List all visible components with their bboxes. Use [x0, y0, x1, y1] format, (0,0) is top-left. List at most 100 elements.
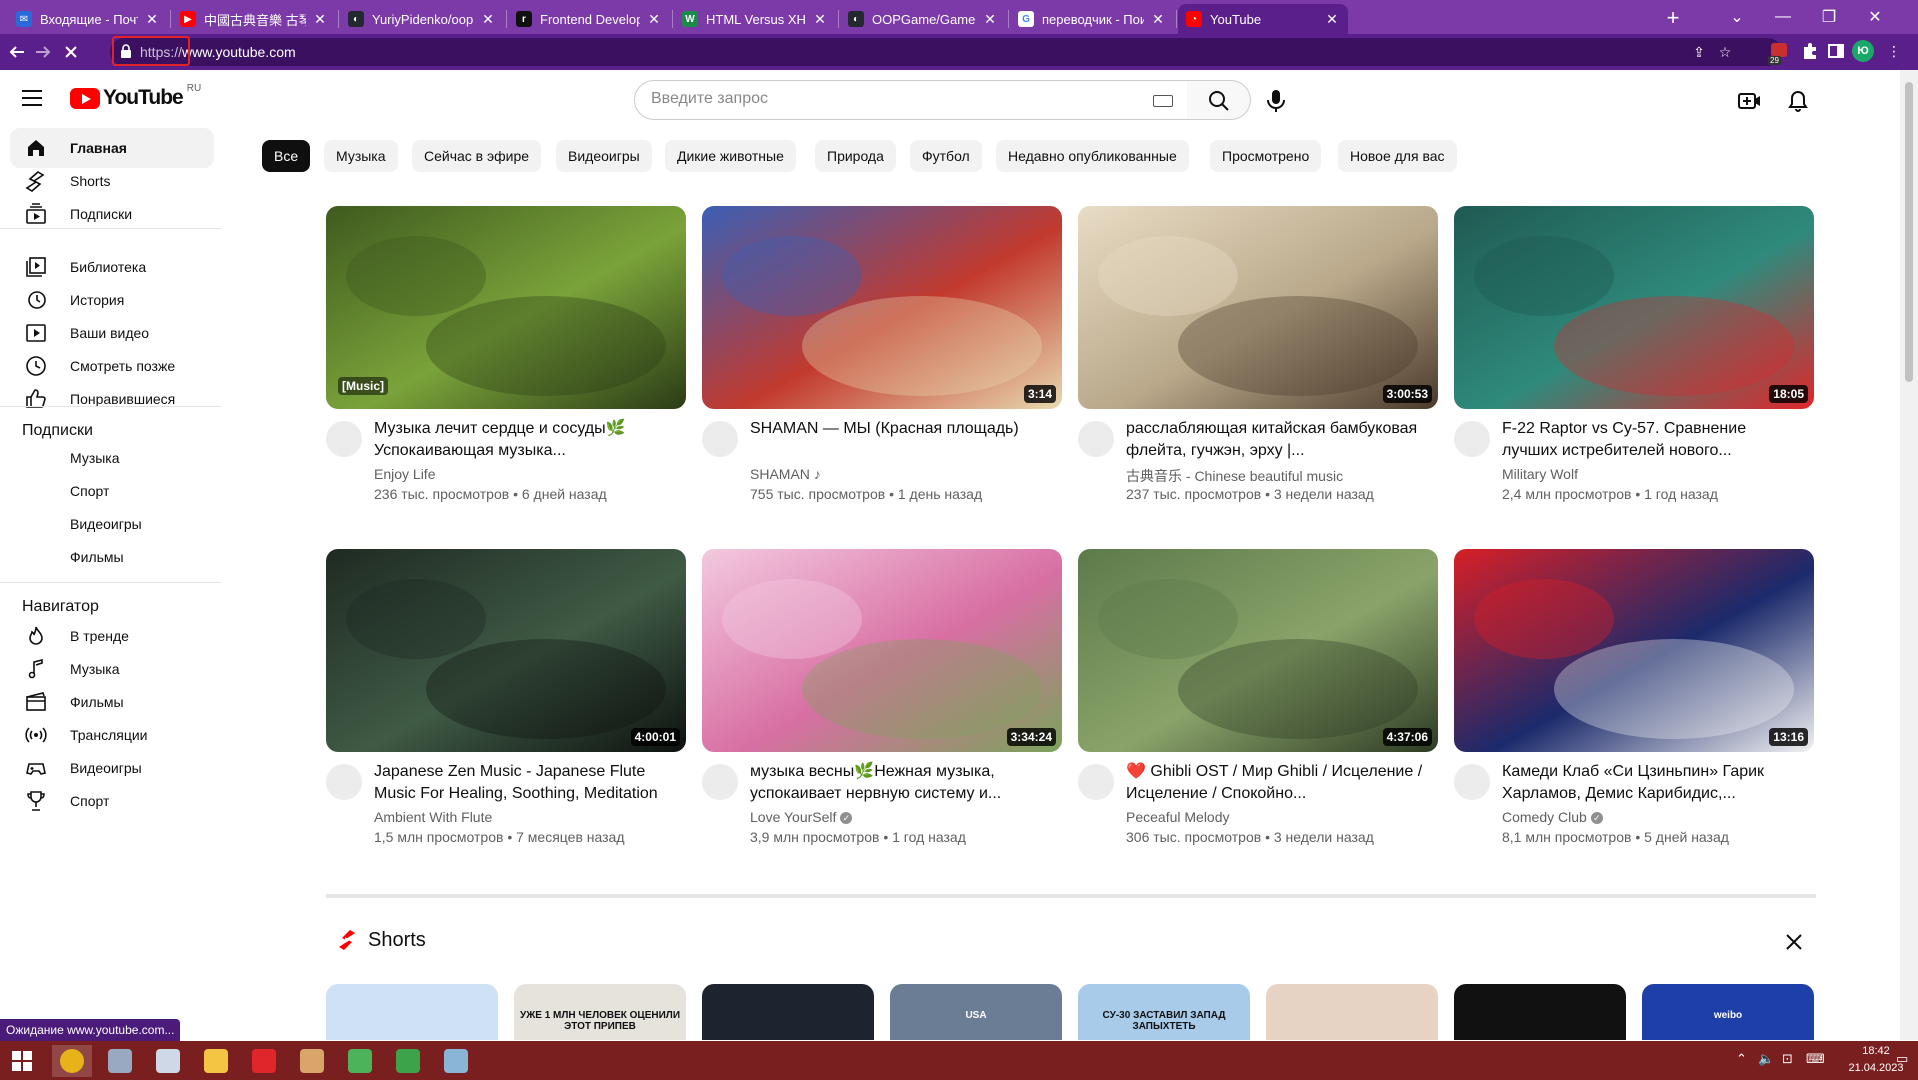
channel-name[interactable]: Peceaful Melody — [1126, 809, 1230, 825]
filter-chip[interactable]: Видеоигры — [556, 140, 652, 172]
tab-search-chevron-icon[interactable]: ⌄ — [1714, 0, 1760, 34]
filter-chip[interactable]: Новое для вас — [1338, 140, 1457, 172]
new-tab-icon[interactable]: + — [1660, 6, 1686, 32]
minimize-window-icon[interactable]: — — [1760, 0, 1806, 34]
browser-tab[interactable]: ✉ Входящие - Почта Mail.ru ✕ — [8, 4, 168, 34]
windows-start-icon[interactable] — [12, 1051, 32, 1071]
channel-name[interactable]: Comedy Club ✓ — [1502, 809, 1603, 825]
channel-avatar[interactable] — [326, 764, 362, 800]
keyboard-icon[interactable] — [1153, 95, 1173, 107]
tab-close-icon[interactable]: ✕ — [480, 11, 496, 28]
filter-chip[interactable]: Природа — [815, 140, 896, 172]
channel-avatar[interactable] — [702, 764, 738, 800]
video-thumbnail[interactable]: 3:00:53 — [1078, 206, 1438, 409]
short-thumbnail[interactable] — [1454, 984, 1626, 1040]
video-title[interactable]: Japanese Zen Music - Japanese Flute Musi… — [374, 761, 674, 805]
browser-tab[interactable]: ▶ 中國古典音樂 古琴輕音樂 ✕ — [172, 4, 336, 34]
extensions-puzzle-icon[interactable] — [1798, 39, 1822, 63]
search-input[interactable] — [651, 81, 1131, 117]
video-card[interactable]: 4:37:06 ❤️ Ghibli OST / Мир Ghibli / Исце… — [1078, 549, 1438, 845]
network-icon[interactable]: ⊡ — [1782, 1051, 1793, 1067]
forward-icon[interactable] — [30, 39, 56, 65]
tab-close-icon[interactable]: ✕ — [646, 11, 662, 28]
video-thumbnail[interactable]: 13:16 — [1454, 549, 1814, 752]
browser-tab[interactable]: ◐ YuriyPidenko/oopDZ ✕ — [340, 4, 504, 34]
sidebar-item-sport[interactable]: Спорт — [10, 781, 214, 821]
short-thumbnail[interactable]: СУ-30 ЗАСТАВИЛ ЗАПАД ЗАПЫХТЕТЬ — [1078, 984, 1250, 1040]
channel-avatar[interactable] — [702, 421, 738, 457]
taskbar-app-app9[interactable] — [436, 1045, 476, 1077]
video-title[interactable]: Музыка лечит сердце и сосуды🌿 Успокаиваю… — [374, 418, 674, 462]
youtube-logo[interactable]: YouTube RU — [70, 83, 201, 110]
taskbar-app-app2[interactable] — [100, 1045, 140, 1077]
taskbar-app-chrome[interactable] — [52, 1045, 92, 1077]
channel-name[interactable]: SHAMAN ♪ — [750, 466, 821, 482]
short-thumbnail[interactable]: УЖЕ 1 МЛН ЧЕЛОВЕК ОЦЕНИЛИ ЭТОТ ПРИПЕВ — [514, 984, 686, 1040]
address-bar[interactable]: https://www.youtube.com ⇪ ☆ — [110, 38, 1782, 66]
video-title[interactable]: SHAMAN — МЫ (Красная площадь) — [750, 418, 1050, 440]
share-icon[interactable]: ⇪ — [1688, 42, 1710, 62]
video-thumbnail[interactable]: 3:14 — [702, 206, 1062, 409]
video-thumbnail[interactable]: 4:00:01 — [326, 549, 686, 752]
video-title[interactable]: музыка весны🌿Нежная музыка, успокаивает … — [750, 761, 1050, 805]
video-card[interactable]: [Music] Музыка лечит сердце и сосуды🌿 Усп… — [326, 206, 686, 502]
filter-chip[interactable]: Просмотрено — [1210, 140, 1322, 172]
browser-tab[interactable]: ◐ OOPGame/GameOOP at m ✕ — [840, 4, 1006, 34]
video-card[interactable]: 3:34:24 музыка весны🌿Нежная музыка, успок… — [702, 549, 1062, 845]
browser-menu-icon[interactable]: ⋮ — [1882, 39, 1906, 63]
video-title[interactable]: Камеди Клаб «Си Цзиньпин» Гарик Харламов… — [1502, 761, 1802, 805]
video-title[interactable]: F-22 Raptor vs Су-57. Сравнение лучших и… — [1502, 418, 1802, 462]
sidebar-item-like[interactable]: Понравившиеся — [10, 379, 214, 419]
channel-avatar[interactable] — [1078, 764, 1114, 800]
browser-tab[interactable]: W HTML Versus XHTML ✕ — [674, 4, 836, 34]
channel-avatar[interactable] — [1454, 764, 1490, 800]
short-thumbnail[interactable]: weibo — [1642, 984, 1814, 1040]
taskbar-app-yandex[interactable] — [244, 1045, 284, 1077]
filter-chip[interactable]: Все — [262, 140, 311, 172]
search-button[interactable] — [1187, 80, 1251, 120]
channel-name[interactable]: Love YourSelf ✓ — [750, 809, 853, 825]
channel-avatar[interactable] — [1454, 421, 1490, 457]
tab-close-icon[interactable]: ✕ — [1324, 11, 1340, 28]
filter-chip[interactable]: Музыка — [324, 140, 398, 172]
filter-chip[interactable]: Недавно опубликованные — [996, 140, 1189, 172]
video-title[interactable]: ❤️ Ghibli OST / Мир Ghibli / Исцеление /… — [1126, 761, 1426, 805]
short-thumbnail[interactable]: USA — [890, 984, 1062, 1040]
voice-search-button[interactable] — [1256, 80, 1296, 120]
language-indicator[interactable]: ⌨ — [1806, 1051, 1825, 1067]
taskbar-app-app6[interactable] — [292, 1045, 332, 1077]
taskbar-app-explorer[interactable] — [196, 1045, 236, 1077]
close-icon[interactable] — [1782, 930, 1806, 954]
video-card[interactable]: 4:00:01 Japanese Zen Music - Japanese Flu… — [326, 549, 686, 845]
short-thumbnail[interactable] — [326, 984, 498, 1040]
back-icon[interactable] — [4, 39, 30, 65]
channel-avatar[interactable] — [1078, 421, 1114, 457]
taskbar-app-app8[interactable] — [388, 1045, 428, 1077]
browser-tab[interactable]: r Frontend Developer Road ✕ — [508, 4, 670, 34]
page-scrollbar[interactable] — [1900, 70, 1918, 1040]
channel-name[interactable]: Military Wolf — [1502, 466, 1578, 482]
channel-avatar[interactable] — [326, 421, 362, 457]
filter-chip[interactable]: Дикие животные — [665, 140, 796, 172]
sidebar-subscription-item[interactable]: Фильмы — [10, 537, 214, 577]
video-thumbnail[interactable]: [Music] — [326, 206, 686, 409]
taskbar-app-app3[interactable] — [148, 1045, 188, 1077]
volume-icon[interactable]: 🔈 — [1758, 1051, 1774, 1067]
close-window-icon[interactable]: ✕ — [1852, 0, 1898, 34]
video-card[interactable]: 3:00:53 расслабляющая китайская бамбукова… — [1078, 206, 1438, 502]
restore-window-icon[interactable]: ❐ — [1806, 0, 1852, 34]
scrollbar-thumb[interactable] — [1905, 82, 1913, 382]
video-title[interactable]: расслабляющая китайская бамбуковая флейт… — [1126, 418, 1426, 462]
taskbar-app-app7[interactable] — [340, 1045, 380, 1077]
tab-close-icon[interactable]: ✕ — [312, 11, 328, 28]
profile-avatar[interactable]: Ю — [1852, 40, 1874, 62]
tab-close-icon[interactable]: ✕ — [144, 11, 160, 28]
tab-close-icon[interactable]: ✕ — [982, 11, 998, 28]
channel-name[interactable]: 古典音乐 - Chinese beautiful music — [1126, 466, 1343, 486]
menu-icon[interactable] — [22, 90, 42, 106]
tray-chevron-icon[interactable]: ⌃ — [1736, 1051, 1747, 1067]
video-card[interactable]: 18:05 F-22 Raptor vs Су-57. Сравнение луч… — [1454, 206, 1814, 502]
stop-loading-icon[interactable] — [58, 39, 84, 65]
notifications-bell-icon[interactable] — [1785, 88, 1811, 114]
video-card[interactable]: 3:14 SHAMAN — МЫ (Красная площадь) SHAMAN … — [702, 206, 1062, 502]
